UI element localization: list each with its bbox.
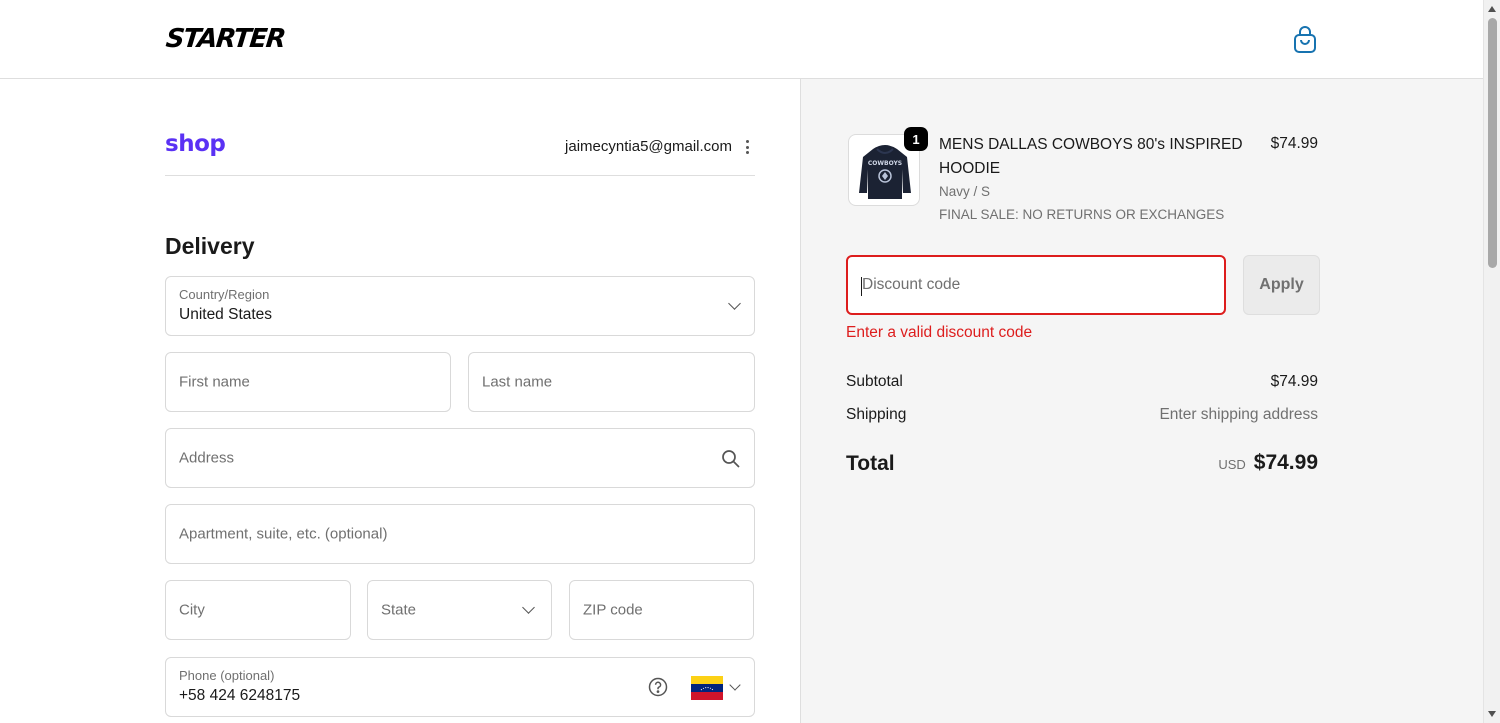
quantity-badge: 1 [904,127,928,151]
phone-value: +58 424 6248175 [179,687,301,704]
scroll-down-arrow-icon[interactable] [1488,711,1496,717]
address-placeholder: Address [179,449,235,467]
total-amount: USD $74.99 [1218,451,1318,475]
total-value: $74.99 [1253,451,1318,474]
chevron-down-icon [729,679,741,691]
first-name-field[interactable]: First name [165,352,451,412]
apartment-field[interactable]: Apartment, suite, etc. (optional) [165,504,755,564]
first-name-placeholder: First name [179,373,250,391]
checkout-form: shop jaimecyntia5@gmail.com Delivery Cou… [0,79,800,723]
scroll-up-arrow-icon[interactable] [1488,6,1496,12]
venezuela-flag-icon[interactable] [691,676,723,700]
delivery-heading: Delivery [165,233,255,259]
state-placeholder: State [381,601,417,619]
search-icon[interactable] [721,449,741,469]
apply-discount-button[interactable]: Apply [1243,255,1320,315]
discount-code-input[interactable]: Discount code [846,255,1226,315]
address-field[interactable]: Address [165,428,755,488]
country-value: United States [179,306,273,323]
svg-text:COWBOYS: COWBOYS [868,160,902,167]
city-placeholder: City [179,601,205,619]
divider [165,175,755,176]
country-label: Country/Region [179,287,270,302]
order-summary: COWBOYS 1 MENS DALLAS COWBOYS 80's INSPI… [800,79,1483,723]
phone-label: Phone (optional) [179,668,275,683]
question-circle-icon[interactable] [648,677,668,697]
scrollbar-thumb[interactable] [1488,18,1497,268]
product-sale-note: FINAL SALE: NO RETURNS OR EXCHANGES [939,207,1225,222]
state-select[interactable]: State [367,580,552,640]
apartment-placeholder: Apartment, suite, etc. (optional) [179,525,388,543]
subtotal-label: Subtotal [846,373,903,390]
shop-pay-logo: shop [165,131,226,157]
page-scrollbar[interactable] [1483,0,1500,723]
product-title: MENS DALLAS COWBOYS 80's INSPIRED HOODIE [939,136,1243,177]
last-name-placeholder: Last name [482,373,553,391]
chevron-down-icon [522,601,535,614]
checkout-header: STARTER [0,0,1483,79]
chevron-down-icon [728,297,741,310]
shopping-bag-icon[interactable] [1292,26,1318,54]
shipping-label: Shipping [846,406,907,423]
discount-error-message: Enter a valid discount code [846,324,1033,341]
store-logo[interactable]: STARTER [164,24,286,54]
shipping-value: Enter shipping address [1159,406,1318,423]
zip-field[interactable]: ZIP code [569,580,754,640]
phone-field[interactable]: Phone (optional) +58 424 6248175 [165,657,755,717]
subtotal-value: $74.99 [1270,373,1318,390]
city-field[interactable]: City [165,580,351,640]
product-price: $74.99 [1270,135,1318,152]
kebab-menu-icon[interactable] [740,138,754,156]
product-variant: Navy / S [939,184,991,199]
zip-placeholder: ZIP code [583,601,643,619]
total-label: Total [846,452,895,475]
account-email: jaimecyntia5@gmail.com [565,138,732,155]
total-currency: USD [1218,457,1246,472]
country-select[interactable]: Country/Region United States [165,276,755,336]
last-name-field[interactable]: Last name [468,352,755,412]
discount-placeholder: Discount code [862,276,961,293]
